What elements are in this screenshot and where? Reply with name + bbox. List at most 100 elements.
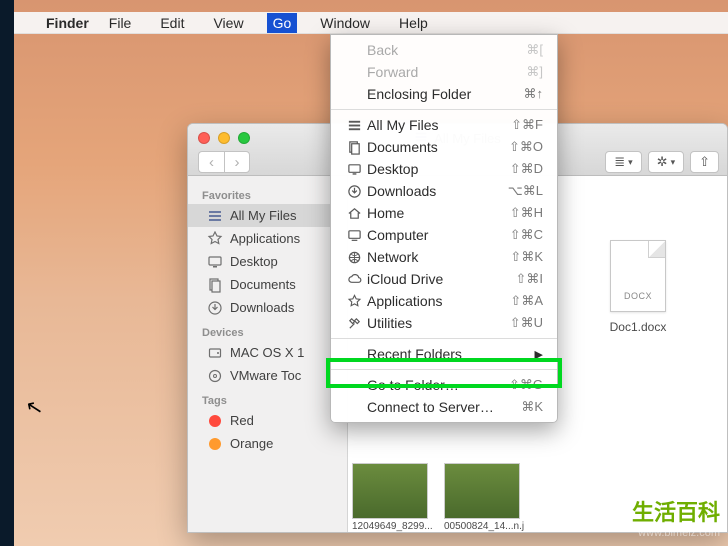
menu-item-documents[interactable]: Documents⇧⌘O: [331, 136, 557, 158]
menu-file[interactable]: File: [103, 13, 138, 33]
view-mode-button[interactable]: ≣▾: [605, 151, 641, 173]
network-icon: [345, 250, 363, 265]
thumbnails-row: 12049649_8299...n.jpg 00500824_14...n.jp…: [352, 463, 524, 532]
forward-button[interactable]: ›: [224, 151, 250, 173]
menu-item-label: Go to Folder…: [367, 377, 509, 393]
file-item-image[interactable]: 12049649_8299...n.jpg: [352, 463, 432, 532]
menu-item-label: Applications: [367, 293, 510, 309]
tagdot-icon: [206, 412, 223, 429]
menu-item-label: Downloads: [367, 183, 508, 199]
menu-shortcut: ⇧⌘C: [510, 227, 543, 243]
action-button[interactable]: ✲▾: [648, 151, 684, 173]
home-icon: [345, 206, 363, 221]
sidebar-item-label: Desktop: [230, 254, 278, 269]
sidebar-item-label: Orange: [230, 436, 273, 451]
menu-item-label: Desktop: [367, 161, 510, 177]
allmyfiles-icon: [206, 207, 223, 224]
menu-shortcut: ⇧⌘U: [510, 315, 543, 331]
app-name[interactable]: Finder: [46, 15, 89, 31]
file-name: Doc1.docx: [603, 320, 673, 334]
menu-edit[interactable]: Edit: [154, 13, 190, 33]
menu-item-label: Utilities: [367, 315, 510, 331]
sidebar-item-label: Documents: [230, 277, 296, 292]
sidebar-item-disc[interactable]: VMware Toc: [188, 364, 347, 387]
menu-item-computer[interactable]: Computer⇧⌘C: [331, 224, 557, 246]
sidebar-item-hdd[interactable]: MAC OS X 1: [188, 341, 347, 364]
downloads-icon: [345, 184, 363, 199]
file-name: 12049649_8299...n.jpg: [352, 521, 432, 532]
menu-item-all-my-files[interactable]: All My Files⇧⌘F: [331, 114, 557, 136]
file-item-doc[interactable]: DOCX Doc1.docx: [603, 240, 673, 334]
watermark-url: www.bimeiz.com: [632, 527, 720, 540]
menu-item-label: Network: [367, 249, 510, 265]
sidebar-item-label: MAC OS X 1: [230, 345, 304, 360]
documents-icon: [345, 140, 363, 155]
menu-shortcut: ⇧⌘K: [510, 249, 543, 265]
menu-item-home[interactable]: Home⇧⌘H: [331, 202, 557, 224]
section-tags: Tags: [188, 387, 347, 409]
hdd-icon: [206, 344, 223, 361]
section-favorites: Favorites: [188, 182, 347, 204]
menu-item-label: Forward: [367, 64, 526, 80]
icloud-icon: [345, 272, 363, 287]
nav-buttons: ‹ ›: [198, 151, 250, 173]
menu-item-back: Back⌘[: [331, 39, 557, 61]
menu-item-applications[interactable]: Applications⇧⌘A: [331, 290, 557, 312]
menu-item-label: Connect to Server…: [367, 399, 521, 415]
sidebar-item-applications[interactable]: Applications: [188, 227, 347, 250]
back-button[interactable]: ‹: [198, 151, 224, 173]
share-button[interactable]: ⇧: [690, 151, 719, 173]
menu-item-desktop[interactable]: Desktop⇧⌘D: [331, 158, 557, 180]
apps-icon: [206, 230, 223, 247]
menu-item-network[interactable]: Network⇧⌘K: [331, 246, 557, 268]
desktop-icon: [206, 253, 223, 270]
menu-window[interactable]: Window: [314, 13, 376, 33]
toolbar-right: ≣▾ ✲▾ ⇧: [605, 151, 719, 173]
computer-icon: [345, 228, 363, 243]
menu-item-label: Recent Folders: [367, 346, 535, 362]
apps-icon: [345, 294, 363, 309]
menu-item-utilities[interactable]: Utilities⇧⌘U: [331, 312, 557, 334]
sidebar-item-documents[interactable]: Documents: [188, 273, 347, 296]
menu-item-label: Enclosing Folder: [367, 86, 524, 102]
menu-shortcut: ⌘K: [521, 399, 543, 415]
docx-icon: DOCX: [610, 240, 666, 312]
sidebar-item-label: Applications: [230, 231, 300, 246]
menu-help[interactable]: Help: [393, 13, 434, 33]
sidebar-tag-orange[interactable]: Orange: [188, 432, 347, 455]
allfiles-icon: [345, 118, 363, 133]
menu-separator: [331, 369, 557, 370]
submenu-arrow-icon: ▶: [535, 348, 543, 361]
menu-item-enclosing-folder[interactable]: Enclosing Folder⌘↑: [331, 83, 557, 105]
sidebar-item-allmyfiles[interactable]: All My Files: [188, 204, 347, 227]
menu-item-downloads[interactable]: Downloads⌥⌘L: [331, 180, 557, 202]
menu-shortcut: ⇧⌘O: [509, 139, 543, 155]
menu-shortcut: ⇧⌘D: [510, 161, 543, 177]
menu-separator: [331, 338, 557, 339]
file-item-image[interactable]: 00500824_14...n.jpg: [444, 463, 524, 532]
sidebar-item-label: Downloads: [230, 300, 294, 315]
sidebar-item-downloads[interactable]: Downloads: [188, 296, 347, 319]
menu-item-label: All My Files: [367, 117, 511, 133]
sidebar-item-label: All My Files: [230, 208, 296, 223]
cursor-icon: ↖: [24, 394, 46, 422]
menu-separator: [331, 109, 557, 110]
sidebar-tag-red[interactable]: Red: [188, 409, 347, 432]
documents-icon: [206, 276, 223, 293]
sidebar: Favorites All My Files Applications Desk…: [188, 176, 348, 532]
menu-item-go-to-folder[interactable]: Go to Folder…⇧⌘G: [331, 374, 557, 396]
watermark: 生活百科 www.bimeiz.com: [632, 500, 720, 540]
image-icon: [444, 463, 520, 519]
desktop-icon: [345, 162, 363, 177]
file-name: 00500824_14...n.jpg: [444, 521, 524, 532]
menu-shortcut: ⌘]: [526, 64, 543, 80]
menu-item-label: Computer: [367, 227, 510, 243]
menu-item-connect-to-server[interactable]: Connect to Server…⌘K: [331, 396, 557, 418]
menu-view[interactable]: View: [207, 13, 249, 33]
screenshot-black-edge: [0, 0, 14, 546]
sidebar-item-desktop[interactable]: Desktop: [188, 250, 347, 273]
menu-go[interactable]: Go: [267, 13, 298, 33]
macos-menubar: Finder File Edit View Go Window Help: [14, 12, 728, 34]
menu-item-icloud-drive[interactable]: iCloud Drive⇧⌘I: [331, 268, 557, 290]
menu-item-recent-folders[interactable]: Recent Folders▶: [331, 343, 557, 365]
